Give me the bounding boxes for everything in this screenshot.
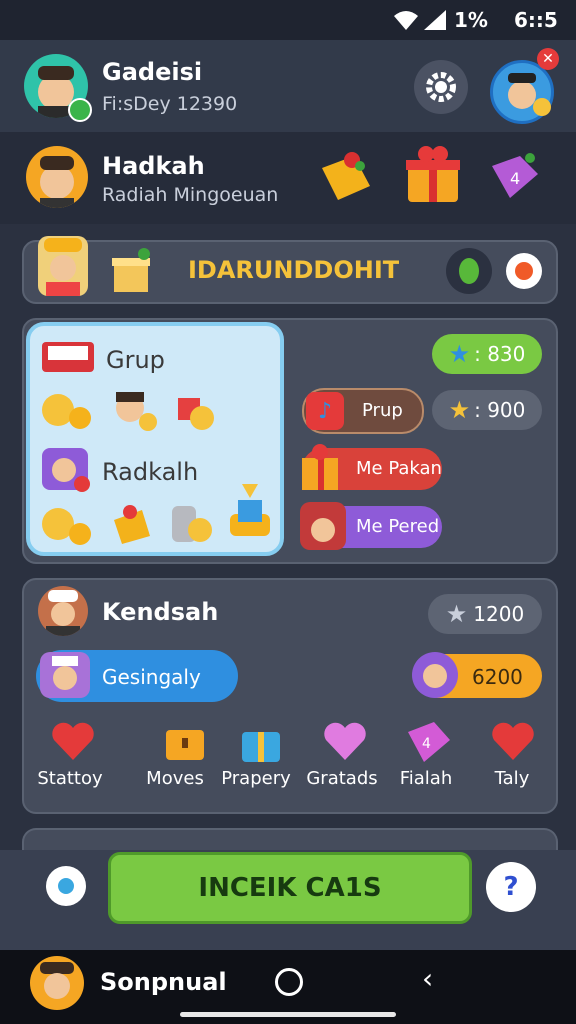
cta-button[interactable]: INCEIK CA1S	[108, 852, 472, 924]
avatar	[300, 502, 346, 550]
svg-text:4: 4	[510, 169, 520, 188]
chef-avatar-icon	[46, 590, 80, 636]
leaf-button[interactable]	[446, 248, 492, 294]
battery-text: 1%	[454, 8, 488, 32]
coins-pill[interactable]: 6200	[412, 652, 542, 698]
nav-username: Sonpnual	[100, 968, 227, 996]
friend-row: Hadkah Radiah Mingoeuan 4	[0, 132, 576, 224]
character-coin-icon	[116, 392, 157, 431]
friend-portrait-icon	[40, 156, 74, 208]
heart-icon[interactable]	[488, 716, 538, 766]
present-icon	[302, 444, 338, 490]
avatar	[412, 652, 458, 698]
gift-box-icon	[114, 505, 150, 544]
item-label: Taly	[494, 768, 530, 789]
gift-coin-icon	[178, 398, 214, 430]
profile-subtitle: Fi:sDey 12390	[102, 93, 238, 115]
star-icon: ★	[448, 340, 471, 368]
banner-title: IDARUNDDOHIT	[188, 256, 400, 284]
present-icon[interactable]	[402, 142, 464, 206]
rewards-panel: Grup Radkalh ★ : 830 ♪ Prup ★: 900 Me P…	[22, 318, 558, 564]
leaf-icon	[459, 258, 479, 284]
navigation-bar: Sonpnual ‹	[0, 950, 576, 1024]
prup-button[interactable]: ♪ Prup	[302, 388, 424, 434]
signal-icon	[424, 10, 446, 30]
gift-box-icon	[112, 248, 150, 292]
me-pakan-button[interactable]: Me Pakan	[302, 444, 442, 490]
treasure-box-icon[interactable]	[160, 718, 210, 766]
gear-icon	[426, 72, 456, 102]
me-pakan-label: Me Pakan	[356, 458, 442, 479]
stars-pill[interactable]: ★ : 830	[432, 334, 542, 374]
piano-icon	[42, 342, 94, 372]
avatar	[40, 652, 90, 698]
gift-box-icon[interactable]	[314, 146, 374, 206]
friend-subtitle: Radiah Mingoeuan	[102, 184, 279, 206]
action-bar: INCEIK CA1S ?	[0, 850, 576, 950]
group-label: Grup	[106, 346, 165, 374]
event-banner[interactable]: IDARUNDDOHIT	[22, 236, 558, 304]
me-pered-label: Me Pered	[356, 516, 440, 537]
heart-icon[interactable]	[48, 716, 98, 766]
gesingaly-button[interactable]: Gesingaly	[36, 650, 238, 702]
avatar[interactable]	[26, 146, 88, 208]
dice-icon[interactable]: 4	[486, 148, 544, 206]
score-value: 1200	[473, 602, 525, 626]
flower-icon[interactable]	[42, 862, 90, 910]
item-label: Fialah	[399, 768, 453, 789]
wifi-icon	[394, 11, 418, 30]
hat-character-icon	[44, 238, 82, 296]
friend-name: Hadkah	[102, 152, 205, 180]
avatar[interactable]	[38, 586, 88, 636]
portrait-icon	[311, 518, 335, 542]
gift-box-icon[interactable]	[236, 718, 286, 766]
profile-header: Gadeisi Fi:sDey 12390 ✕	[0, 40, 576, 132]
profile-name: Gadeisi	[102, 58, 203, 86]
heart-icon[interactable]	[320, 716, 370, 766]
status-bar: 1% 6::5	[0, 0, 576, 40]
coin-badge-icon	[533, 98, 551, 116]
chef-portrait-icon	[52, 656, 78, 690]
kendsah-panel: Kendsah ★ 1200 Gesingaly 6200 Stattoy Mo…	[22, 578, 558, 814]
rewards-card[interactable]: Grup Radkalh	[26, 322, 284, 556]
stars-value: : 830	[474, 342, 526, 366]
coin-stack-icon	[172, 506, 212, 542]
music-note-icon: ♪	[306, 392, 344, 430]
item-label: Stattoy	[37, 768, 103, 789]
avatar	[42, 448, 90, 492]
home-icon[interactable]	[275, 968, 303, 996]
home-indicator[interactable]	[180, 1012, 396, 1017]
coins-icon	[42, 394, 91, 429]
star-icon: ★	[448, 396, 471, 424]
dice-icon[interactable]: 4	[402, 716, 454, 766]
radkalh-label: Radkalh	[102, 458, 199, 486]
player-coin-icon	[423, 664, 447, 688]
score-pill[interactable]: ★ 1200	[428, 594, 542, 634]
kendsah-name: Kendsah	[102, 598, 219, 626]
coins-icon	[42, 508, 91, 545]
svg-text:4: 4	[422, 736, 431, 752]
settings-button[interactable]	[414, 60, 468, 114]
me-pered-button[interactable]: Me Pered	[300, 502, 442, 550]
close-icon[interactable]: ✕	[537, 48, 559, 70]
stars2-value: : 900	[474, 398, 526, 422]
flower-icon[interactable]	[502, 248, 546, 294]
item-label: Prapery	[221, 768, 291, 789]
stars2-pill[interactable]: ★ : 900	[432, 390, 542, 430]
online-badge-icon	[68, 98, 92, 122]
coins-value: 6200	[472, 665, 523, 689]
back-icon[interactable]: ‹	[422, 962, 433, 995]
gesingaly-label: Gesingaly	[102, 665, 201, 689]
avatar	[38, 236, 88, 296]
avatar[interactable]	[30, 956, 84, 1010]
user-avatar-icon	[40, 962, 74, 999]
help-button[interactable]: ?	[486, 862, 536, 912]
star-icon: ★	[445, 600, 468, 628]
prup-label: Prup	[362, 400, 403, 421]
trophy-box-icon	[230, 484, 270, 536]
clock-text: 6::5	[514, 8, 558, 32]
